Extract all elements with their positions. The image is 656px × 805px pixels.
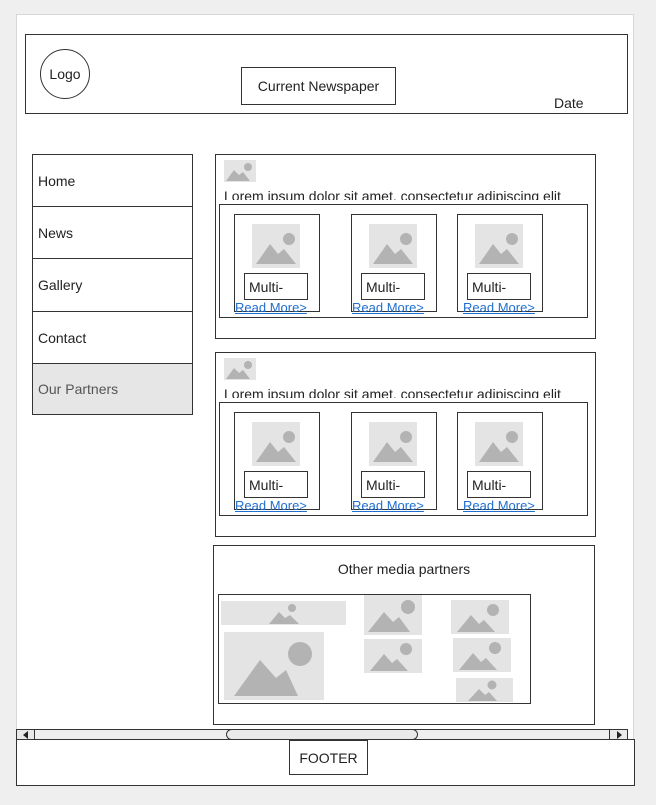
image-placeholder-icon[interactable] bbox=[451, 600, 509, 634]
read-more-link[interactable]: Read More> bbox=[352, 301, 424, 314]
article-excerpt: Lorem ipsum dolor sit amet, consectetur … bbox=[224, 188, 561, 200]
read-more-link[interactable]: Read More> bbox=[463, 301, 535, 314]
image-placeholder-icon[interactable] bbox=[221, 601, 346, 625]
image-placeholder-icon[interactable] bbox=[364, 595, 422, 635]
read-more-link[interactable]: Read More> bbox=[463, 499, 535, 512]
sidebar-item-news[interactable]: News bbox=[32, 206, 193, 259]
image-placeholder-icon bbox=[252, 422, 300, 466]
image-placeholder-icon[interactable] bbox=[224, 632, 324, 700]
read-more-link[interactable]: Read More> bbox=[235, 301, 307, 314]
card-text: Multi- bbox=[361, 273, 425, 300]
sidebar-item-label: Our Partners bbox=[38, 381, 119, 397]
read-more-link[interactable]: Read More> bbox=[235, 499, 307, 512]
footer-label-text: FOOTER bbox=[299, 749, 358, 766]
image-placeholder-icon[interactable] bbox=[453, 638, 511, 672]
image-placeholder-icon bbox=[369, 224, 417, 268]
page-title: Current Newspaper bbox=[241, 67, 396, 105]
sidebar-item-label: News bbox=[38, 224, 74, 241]
image-placeholder-icon bbox=[475, 224, 523, 268]
card-text: Multi- bbox=[244, 273, 308, 300]
read-more-link[interactable]: Read More> bbox=[352, 499, 424, 512]
date-label: Date bbox=[554, 95, 584, 111]
card-text: Multi- bbox=[361, 471, 425, 498]
image-placeholder-icon bbox=[224, 358, 256, 380]
image-placeholder-icon[interactable] bbox=[456, 678, 513, 702]
page-title-text: Current Newspaper bbox=[257, 78, 380, 94]
partners-title: Other media partners bbox=[337, 561, 471, 577]
sidebar-item-home[interactable]: Home bbox=[32, 154, 193, 207]
sidebar-item-gallery[interactable]: Gallery bbox=[32, 258, 193, 312]
article-excerpt: Lorem ipsum dolor sit amet, consectetur … bbox=[224, 386, 561, 398]
image-placeholder-icon bbox=[224, 160, 256, 182]
card-text: Multi- bbox=[467, 471, 531, 498]
sidebar-item-contact[interactable]: Contact bbox=[32, 311, 193, 364]
sidebar-item-label: Gallery bbox=[38, 277, 83, 293]
image-placeholder-icon bbox=[252, 224, 300, 268]
sidebar-item-label: Contact bbox=[38, 329, 87, 346]
logo-text: Logo bbox=[49, 66, 81, 82]
sidebar-item-label: Home bbox=[38, 172, 76, 189]
image-placeholder-icon bbox=[475, 422, 523, 466]
logo[interactable]: Logo bbox=[40, 49, 90, 99]
sidebar-item-our-partners[interactable]: Our Partners bbox=[32, 363, 193, 415]
card-text: Multi- bbox=[467, 273, 531, 300]
image-placeholder-icon bbox=[369, 422, 417, 466]
image-placeholder-icon[interactable] bbox=[364, 639, 422, 673]
card-text: Multi- bbox=[244, 471, 308, 498]
footer-label: FOOTER bbox=[289, 740, 368, 775]
